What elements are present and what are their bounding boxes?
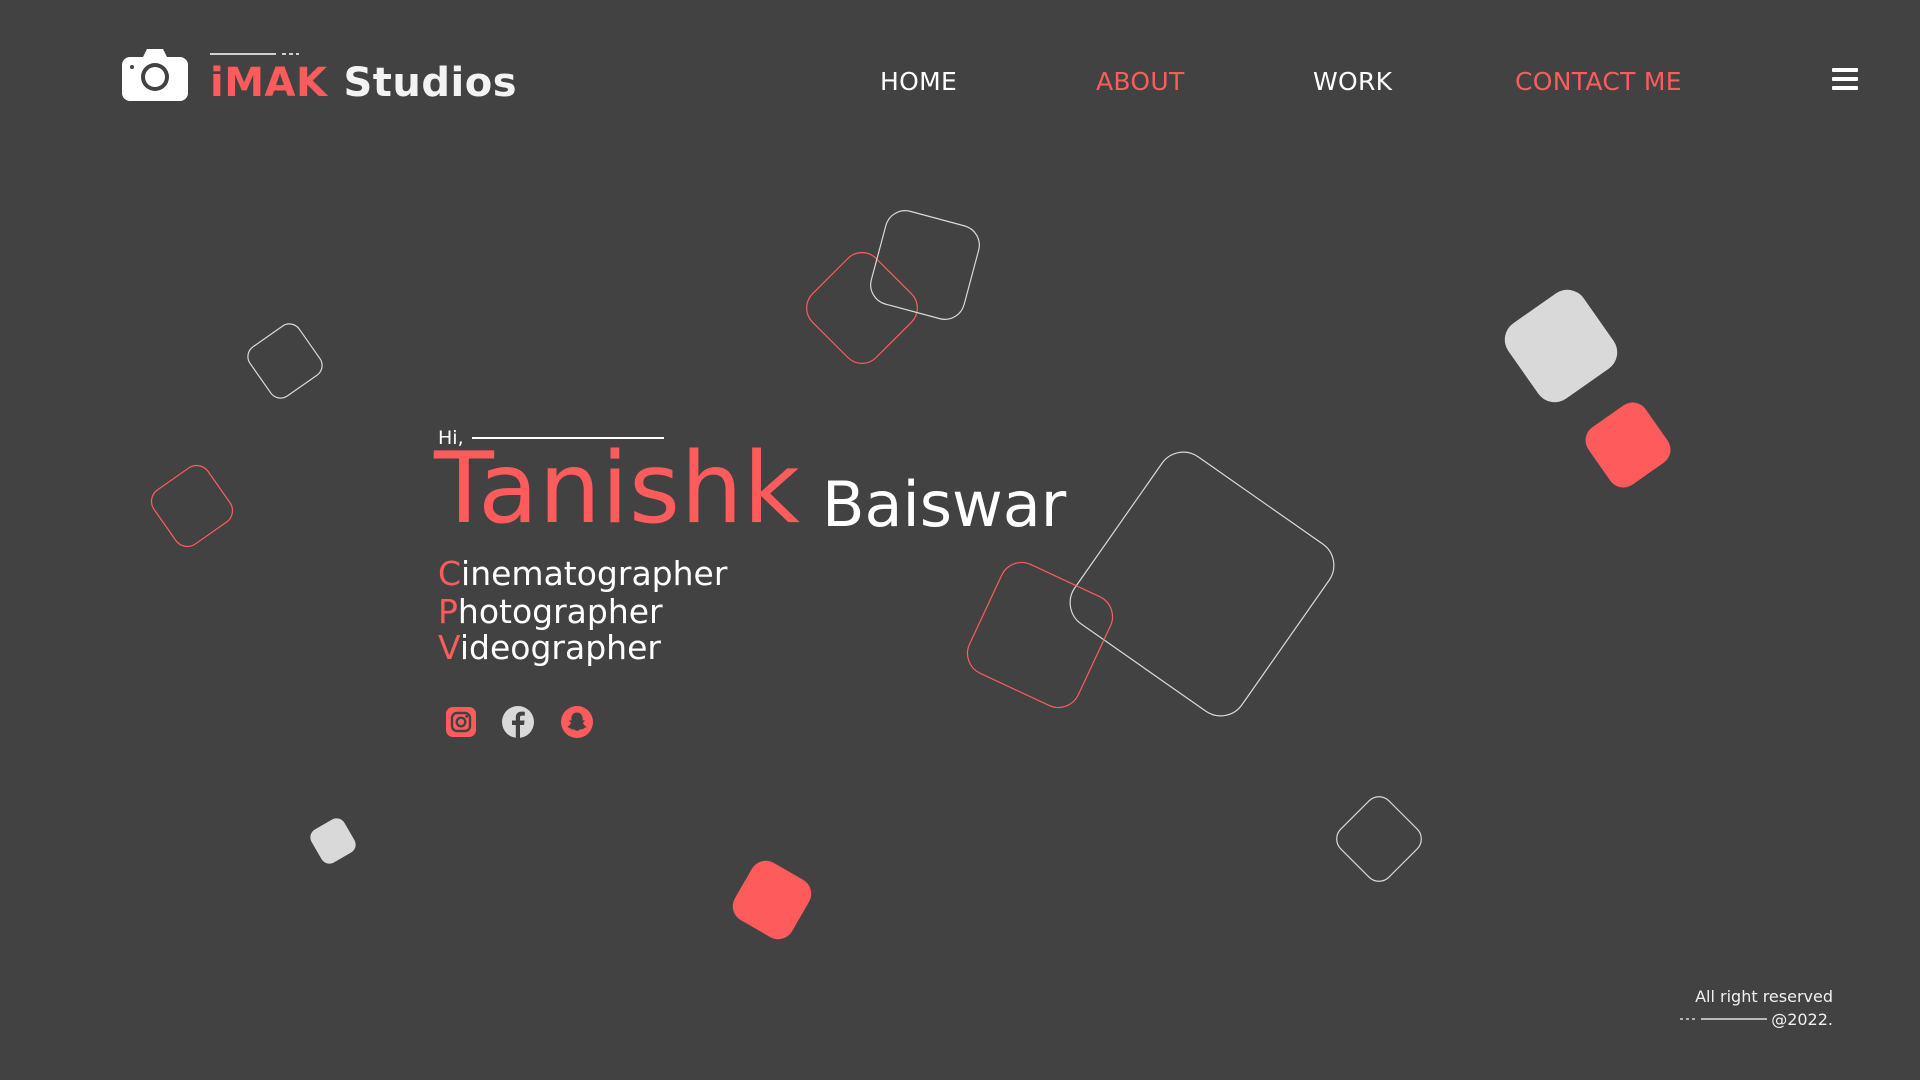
nav-contact-me[interactable]: CONTACT ME (1515, 67, 1682, 96)
nav-home[interactable]: HOME (880, 67, 957, 96)
role-item: Photographer (438, 595, 663, 628)
footer-year-text: @2022. (1771, 1010, 1833, 1029)
facebook-icon[interactable] (501, 705, 535, 739)
deco-filled-square (1585, 402, 1671, 488)
role-item: Cinematographer (438, 557, 727, 590)
nav-about[interactable]: ABOUT (1096, 67, 1185, 96)
snapchat-icon[interactable] (560, 705, 594, 739)
footer-decorative-line (1680, 1018, 1767, 1020)
role-initial: C (438, 554, 462, 593)
deco-filled-square (1504, 289, 1618, 403)
instagram-icon[interactable] (444, 705, 478, 739)
brand-suffix: Studios (343, 60, 518, 106)
brand-logo[interactable]: iMAK Studios (210, 60, 517, 106)
hamburger-menu-icon[interactable] (1832, 68, 1858, 90)
deco-outline-square (966, 561, 1114, 709)
logo-decorative-line (210, 53, 299, 55)
nav-work[interactable]: WORK (1313, 67, 1392, 96)
last-name: Baiswar (822, 468, 1067, 541)
role-item: Videographer (438, 631, 661, 664)
footer-rights-text: All right reserved (1695, 987, 1833, 1006)
deco-filled-square (310, 818, 356, 864)
role-text: inematographer (461, 554, 728, 593)
deco-outline-square (1069, 451, 1335, 717)
camera-icon[interactable] (122, 49, 188, 101)
role-initial: V (438, 628, 460, 667)
role-initial: P (438, 592, 458, 631)
deco-outline-square (247, 323, 323, 399)
deco-outline-square (150, 464, 234, 548)
deco-outline-square (1336, 796, 1422, 882)
deco-outline-square (870, 210, 980, 320)
deco-filled-square (732, 860, 812, 940)
portfolio-page: iMAK Studios HOME ABOUT WORK CONTACT ME H… (0, 0, 1920, 1080)
brand-name: iMAK (210, 60, 328, 106)
first-name: Tanishk (434, 432, 801, 546)
role-text: hotographer (457, 592, 663, 631)
role-text: ideographer (459, 628, 661, 667)
deco-outline-square (806, 252, 918, 364)
